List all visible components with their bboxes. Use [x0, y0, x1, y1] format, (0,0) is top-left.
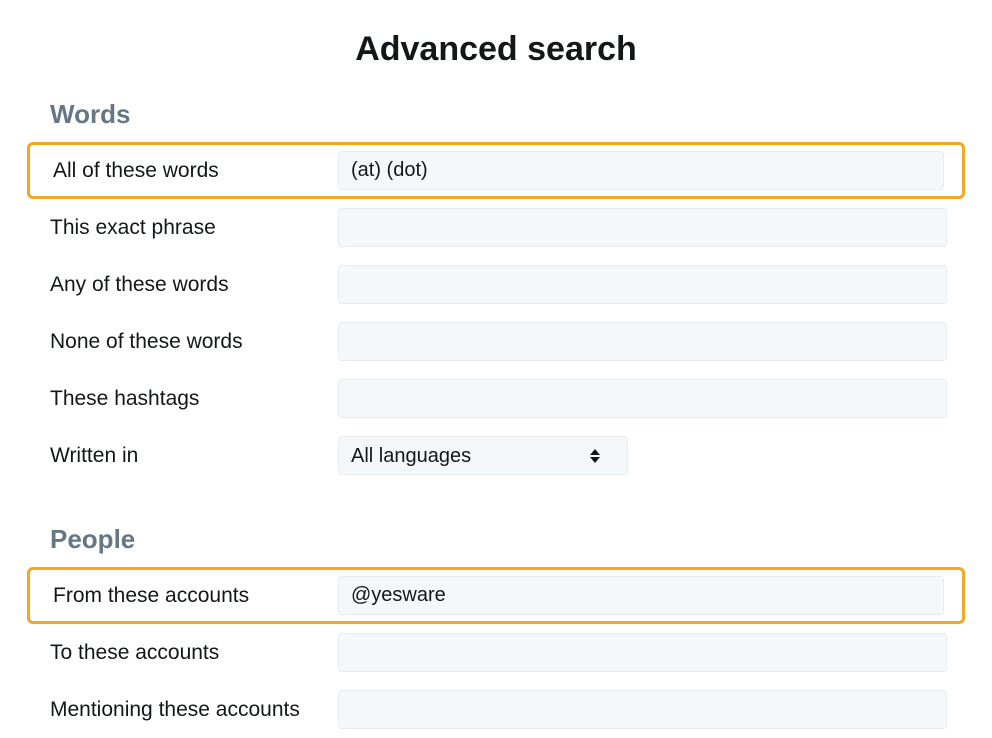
from-accounts-input[interactable]: [338, 576, 944, 615]
none-words-input[interactable]: [338, 322, 947, 361]
page-title: Advanced search: [30, 30, 962, 69]
mentioning-row: Mentioning these accounts: [30, 681, 962, 738]
none-words-row: None of these words: [30, 313, 962, 370]
hashtags-input[interactable]: [338, 379, 947, 418]
people-section: People From these accounts To these acco…: [30, 524, 962, 738]
none-words-label: None of these words: [30, 330, 338, 354]
hashtags-label: These hashtags: [30, 387, 338, 411]
mentioning-input[interactable]: [338, 690, 947, 729]
written-in-label: Written in: [30, 444, 338, 468]
any-words-label: Any of these words: [30, 273, 338, 297]
from-accounts-label: From these accounts: [30, 584, 338, 608]
to-accounts-input[interactable]: [338, 633, 947, 672]
written-in-row: Written in All languages: [30, 427, 962, 484]
to-accounts-label: To these accounts: [30, 641, 338, 665]
any-words-input[interactable]: [338, 265, 947, 304]
exact-phrase-label: This exact phrase: [30, 216, 338, 240]
language-select[interactable]: All languages: [338, 436, 628, 475]
people-heading: People: [30, 524, 962, 555]
words-section: Words All of these words This exact phra…: [30, 99, 962, 484]
words-heading: Words: [30, 99, 962, 130]
all-words-input[interactable]: [338, 151, 944, 190]
from-accounts-row: From these accounts: [27, 567, 965, 624]
any-words-row: Any of these words: [30, 256, 962, 313]
language-select-wrapper: All languages: [338, 436, 628, 475]
all-words-label: All of these words: [30, 159, 338, 183]
exact-phrase-row: This exact phrase: [30, 199, 962, 256]
all-words-row: All of these words: [27, 142, 965, 199]
to-accounts-row: To these accounts: [30, 624, 962, 681]
hashtags-row: These hashtags: [30, 370, 962, 427]
mentioning-label: Mentioning these accounts: [30, 698, 338, 722]
exact-phrase-input[interactable]: [338, 208, 947, 247]
